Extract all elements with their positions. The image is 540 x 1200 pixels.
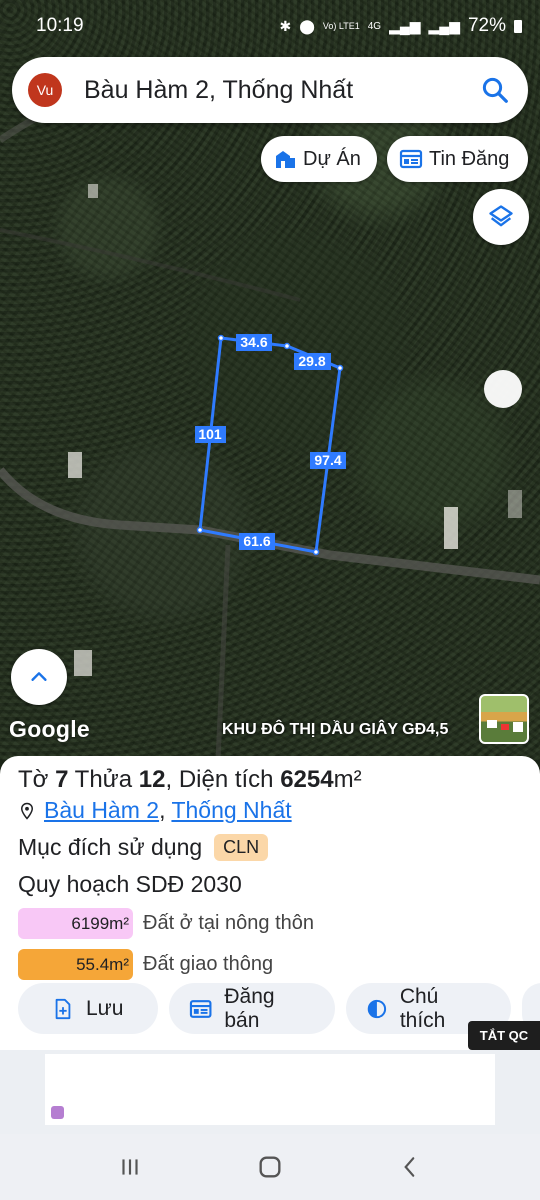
purpose-code-badge: CLN: [214, 834, 269, 861]
chevron-up-icon: [31, 672, 47, 681]
landuse-label: Đất giao thông: [143, 953, 274, 975]
building: [68, 452, 82, 478]
landuse-area-badge: 55.4m²: [18, 949, 133, 980]
du-an-label: Dự Án: [303, 147, 361, 170]
post-sale-label: Đăng bán: [224, 984, 275, 1032]
ad-choices-icon[interactable]: [51, 1106, 64, 1119]
parcel-summary: Tờ 7 Thửa 12, Diện tích 6254m²: [18, 766, 362, 793]
building: [88, 184, 98, 198]
building: [444, 507, 458, 549]
carrier-label: Vo) LTE1: [322, 21, 360, 31]
dientich-label: Diện tích: [178, 766, 274, 793]
parcel-vertex: [283, 342, 291, 350]
parcel-vertex: [336, 364, 344, 372]
contrast-icon: [367, 999, 387, 1018]
to-label: Tờ: [18, 766, 49, 793]
to-value: 7: [55, 766, 69, 793]
district-link[interactable]: Thống Nhất: [171, 797, 291, 823]
purpose-label: Mục đích sử dụng: [18, 834, 203, 860]
parcel-location: Bàu Hàm 2, Thống Nhất: [18, 797, 522, 824]
road: [0, 467, 540, 585]
satellite-map[interactable]: 34.6 29.8 101 97.4 61.6 10:19 ✱ ⬤ Vo) LT…: [0, 0, 540, 760]
edge-label: 101: [198, 426, 222, 442]
parcel-info-sheet: Tờ 7 Thửa 12, Diện tích 6254m² Bàu Hàm 2…: [0, 756, 540, 1050]
network-label: 4G: [367, 20, 382, 32]
landuse-area-badge: 6199m²: [18, 908, 133, 939]
recent-apps-icon[interactable]: [117, 1154, 143, 1180]
location-pin-icon: [20, 802, 34, 820]
system-nav-bar: [0, 1134, 540, 1200]
home-icon[interactable]: [256, 1153, 284, 1181]
save-button[interactable]: Lưu: [18, 983, 158, 1034]
road: [0, 228, 301, 302]
search-bar[interactable]: Vu Bàu Hàm 2, Thống Nhất: [12, 57, 528, 123]
parcel-vertex: [217, 334, 225, 342]
edge-label: 97.4: [314, 452, 341, 468]
parcel-boundary: [198, 336, 342, 554]
du-an-chip[interactable]: Dự Án: [261, 136, 377, 182]
location-separator: ,: [159, 797, 166, 823]
signal-icon: ▂▄▆: [428, 17, 460, 34]
avatar[interactable]: Vu: [28, 73, 62, 107]
parcel-vertex: [196, 526, 204, 534]
plan-label: Quy hoạch SDĐ 2030: [18, 871, 242, 897]
building: [74, 650, 92, 676]
expand-up-button[interactable]: [11, 649, 67, 705]
location-icon: ⬤: [299, 17, 315, 34]
location-dot-button[interactable]: [484, 370, 522, 408]
bluetooth-icon: ✱: [279, 17, 292, 34]
project-thumbnail[interactable]: [479, 694, 529, 744]
battery-icon: [514, 19, 522, 33]
edge-label: 61.6: [243, 533, 270, 549]
add-file-icon: [55, 998, 71, 1019]
close-ad-button[interactable]: TẮT QC: [468, 1021, 540, 1050]
landuse-row: 55.4m² Đất giao thông: [18, 949, 522, 980]
commune-link[interactable]: Bàu Hàm 2: [44, 797, 159, 823]
listing-icon: [399, 149, 423, 169]
dientich-value: 6254: [280, 766, 334, 793]
post-sale-button[interactable]: Đăng bán: [169, 983, 335, 1034]
status-time: 10:19: [36, 15, 84, 36]
status-bar: 10:19 ✱ ⬤ Vo) LTE1 4G ▂▄▆ ▂▄▆ 72%: [0, 0, 540, 52]
project-label[interactable]: KHU ĐÔ THỊ DẦU GIÂY GĐ4,5: [222, 721, 448, 739]
action-bar: Lưu Đăng bán Chú thích: [18, 983, 540, 1034]
ad-content[interactable]: [45, 1054, 495, 1125]
listing-icon: [189, 999, 212, 1018]
purpose-row: Mục đích sử dụng CLN: [18, 834, 522, 861]
google-logo: Google: [9, 716, 91, 742]
edge-label: 34.6: [240, 334, 267, 350]
search-icon[interactable]: [480, 75, 510, 105]
thua-label: Thửa: [74, 766, 133, 793]
search-query[interactable]: Bàu Hàm 2, Thống Nhất: [84, 76, 480, 105]
layers-icon: [489, 205, 513, 227]
building: [508, 490, 522, 518]
signal-icon: ▂▄▆: [389, 17, 421, 34]
tin-dang-label: Tin Đăng: [429, 147, 510, 170]
edge-label: 29.8: [298, 353, 325, 369]
status-icons: ✱ ⬤ Vo) LTE1 4G ▂▄▆ ▂▄▆ 72%: [279, 15, 522, 37]
battery-percent: 72%: [467, 15, 506, 36]
back-icon[interactable]: [397, 1154, 423, 1180]
landuse-row: 6199m² Đất ở tại nông thôn: [18, 908, 522, 939]
thua-value: 12: [138, 766, 166, 793]
ad-banner: [0, 1050, 540, 1134]
layers-button[interactable]: [473, 189, 529, 245]
area-unit: m²: [333, 766, 362, 793]
tin-dang-chip[interactable]: Tin Đăng: [387, 136, 528, 182]
building-icon: [276, 151, 295, 168]
save-label: Lưu: [86, 996, 124, 1020]
parcel-vertex: [312, 548, 320, 556]
landuse-label: Đất ở tại nông thôn: [143, 912, 315, 934]
